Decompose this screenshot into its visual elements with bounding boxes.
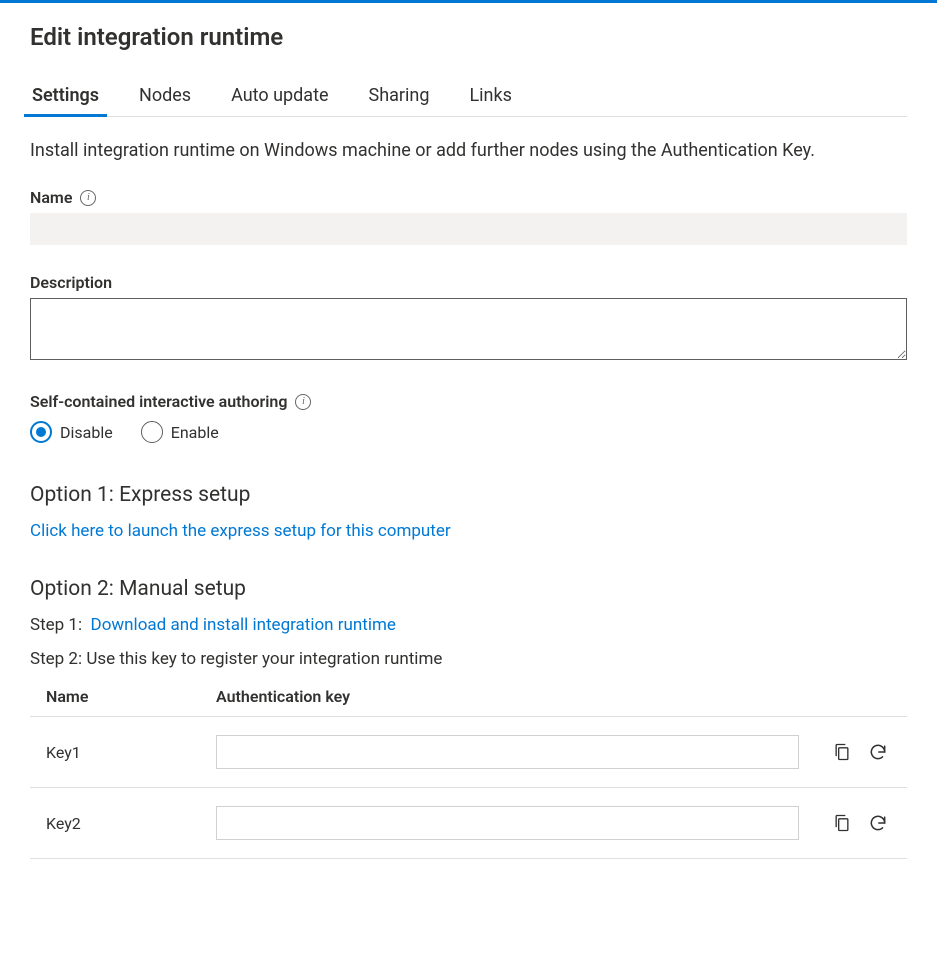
col-header-actions xyxy=(807,683,907,717)
key-name-cell: Key1 xyxy=(30,717,200,788)
key-name-cell: Key2 xyxy=(30,788,200,859)
authoring-label: Self-contained interactive authoring xyxy=(30,392,287,411)
description-label: Description xyxy=(30,273,112,292)
name-label-row: Name i xyxy=(30,188,907,207)
step-2-line: Step 2: Use this key to register your in… xyxy=(30,649,907,669)
col-header-auth-key: Authentication key xyxy=(200,683,807,717)
tab-settings[interactable]: Settings xyxy=(30,79,101,116)
col-header-name: Name xyxy=(30,683,200,717)
description-input[interactable] xyxy=(30,298,907,360)
authoring-radio-group: Disable Enable xyxy=(30,421,907,443)
intro-text: Install integration runtime on Windows m… xyxy=(30,137,850,164)
copy-icon[interactable] xyxy=(829,810,855,836)
refresh-icon[interactable] xyxy=(865,810,891,836)
radio-circle-unselected-icon xyxy=(141,421,163,443)
option-2-section: Option 2: Manual setup Step 1: Download … xyxy=(30,577,907,859)
name-input[interactable] xyxy=(30,213,907,245)
radio-enable-label: Enable xyxy=(171,423,219,442)
tab-auto-update[interactable]: Auto update xyxy=(229,79,330,116)
authoring-label-row: Self-contained interactive authoring i xyxy=(30,392,907,411)
auth-key-input[interactable] xyxy=(216,735,799,769)
copy-icon[interactable] xyxy=(829,739,855,765)
radio-enable[interactable]: Enable xyxy=(141,421,219,443)
table-row: Key2 xyxy=(30,788,907,859)
tab-nodes[interactable]: Nodes xyxy=(137,79,193,116)
download-install-link[interactable]: Download and install integration runtime xyxy=(91,615,396,635)
description-label-row: Description xyxy=(30,273,907,292)
tab-strip: Settings Nodes Auto update Sharing Links xyxy=(30,79,907,117)
radio-disable-label: Disable xyxy=(60,423,113,442)
refresh-icon[interactable] xyxy=(865,739,891,765)
radio-disable[interactable]: Disable xyxy=(30,421,113,443)
auth-keys-table: Name Authentication key Key1 xyxy=(30,683,907,859)
option-2-heading: Option 2: Manual setup xyxy=(30,577,907,601)
name-label: Name xyxy=(30,188,72,207)
step-1-line: Step 1: Download and install integration… xyxy=(30,615,907,635)
step-1-label: Step 1: xyxy=(30,615,82,635)
radio-circle-selected-icon xyxy=(30,421,52,443)
express-setup-link[interactable]: Click here to launch the express setup f… xyxy=(30,521,451,541)
tab-sharing[interactable]: Sharing xyxy=(367,79,432,116)
info-icon[interactable]: i xyxy=(295,394,311,410)
option-1-section: Option 1: Express setup Click here to la… xyxy=(30,483,907,541)
auth-key-input[interactable] xyxy=(216,806,799,840)
page-title: Edit integration runtime xyxy=(30,23,907,51)
info-icon[interactable]: i xyxy=(80,190,96,206)
table-row: Key1 xyxy=(30,717,907,788)
option-1-heading: Option 1: Express setup xyxy=(30,483,907,507)
tab-links[interactable]: Links xyxy=(467,79,513,116)
edit-integration-runtime-panel: Edit integration runtime Settings Nodes … xyxy=(0,0,937,925)
